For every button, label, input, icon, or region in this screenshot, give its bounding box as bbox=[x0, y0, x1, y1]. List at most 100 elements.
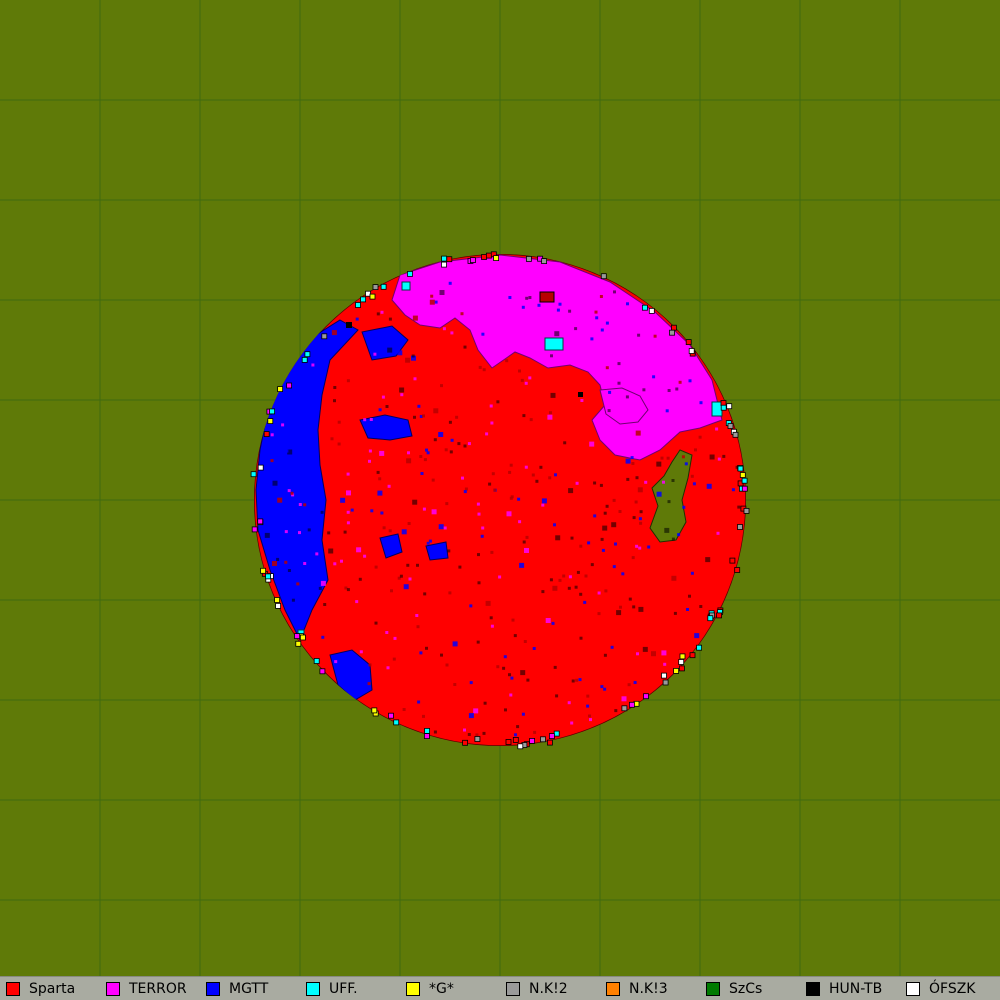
rim-village[interactable] bbox=[679, 653, 686, 660]
rim-village[interactable] bbox=[319, 668, 326, 675]
village-speck bbox=[681, 455, 685, 459]
rim-village[interactable] bbox=[267, 418, 274, 425]
village-speck bbox=[638, 606, 644, 612]
rim-village[interactable] bbox=[372, 284, 379, 291]
rim-village[interactable] bbox=[549, 733, 555, 739]
village-speck bbox=[638, 517, 642, 521]
rim-village[interactable] bbox=[629, 701, 635, 708]
territory-uff[interactable] bbox=[401, 281, 411, 291]
village-speck bbox=[289, 527, 293, 531]
rim-village[interactable] bbox=[517, 743, 524, 750]
rim-village[interactable] bbox=[304, 351, 311, 358]
rim-village[interactable] bbox=[257, 464, 264, 471]
rim-village[interactable] bbox=[505, 739, 512, 745]
rim-village[interactable] bbox=[679, 665, 685, 672]
rim-village[interactable] bbox=[741, 485, 748, 492]
world-map[interactable] bbox=[0, 0, 1000, 976]
rim-village[interactable] bbox=[720, 400, 727, 406]
territory-hun-tb[interactable] bbox=[346, 322, 352, 328]
rim-village[interactable] bbox=[696, 644, 702, 651]
rim-village[interactable] bbox=[512, 737, 519, 743]
rim-village[interactable] bbox=[734, 567, 741, 573]
rim-village[interactable] bbox=[407, 270, 413, 277]
rim-village[interactable] bbox=[669, 329, 675, 336]
rim-village[interactable] bbox=[301, 356, 308, 363]
rim-village[interactable] bbox=[260, 567, 267, 574]
rim-village[interactable] bbox=[720, 404, 727, 411]
rim-village[interactable] bbox=[462, 739, 469, 746]
rim-village[interactable] bbox=[493, 255, 500, 262]
rim-village[interactable] bbox=[716, 612, 722, 619]
rim-village[interactable] bbox=[481, 254, 487, 260]
rim-village[interactable] bbox=[424, 728, 431, 734]
rim-village[interactable] bbox=[547, 739, 553, 746]
rim-village[interactable] bbox=[277, 386, 284, 393]
rim-village[interactable] bbox=[737, 465, 744, 472]
rim-village[interactable] bbox=[685, 339, 692, 346]
rim-village[interactable] bbox=[446, 256, 453, 263]
rim-village[interactable] bbox=[540, 736, 546, 743]
rim-village[interactable] bbox=[688, 348, 695, 354]
rim-village[interactable] bbox=[621, 705, 628, 712]
rim-village[interactable] bbox=[526, 255, 532, 262]
rim-village[interactable] bbox=[474, 736, 481, 742]
territory-hun-tb[interactable] bbox=[578, 392, 583, 397]
rim-village[interactable] bbox=[469, 257, 476, 264]
rim-village[interactable] bbox=[251, 526, 258, 533]
rim-village[interactable] bbox=[393, 719, 400, 726]
rim-village[interactable] bbox=[529, 738, 535, 744]
rim-village[interactable] bbox=[673, 668, 679, 674]
rim-village[interactable] bbox=[707, 615, 714, 622]
rim-village[interactable] bbox=[263, 431, 270, 438]
rim-village[interactable] bbox=[689, 652, 696, 659]
rim-village[interactable] bbox=[441, 255, 448, 262]
rim-village[interactable] bbox=[371, 707, 378, 714]
rim-village[interactable] bbox=[294, 633, 300, 639]
rim-village[interactable] bbox=[642, 304, 648, 311]
rim-village[interactable] bbox=[299, 634, 306, 641]
map-canvas[interactable] bbox=[0, 0, 1000, 976]
village-speck bbox=[393, 636, 397, 640]
territory-hun-tb[interactable] bbox=[539, 291, 555, 303]
rim-village[interactable] bbox=[671, 324, 677, 331]
territory-mgtt-islet[interactable] bbox=[359, 414, 413, 441]
rim-village[interactable] bbox=[743, 507, 750, 514]
rim-village[interactable] bbox=[661, 672, 667, 679]
rim-village[interactable] bbox=[662, 679, 669, 686]
rim-village[interactable] bbox=[423, 733, 430, 739]
rim-village[interactable] bbox=[274, 597, 281, 603]
rim-village[interactable] bbox=[739, 472, 746, 478]
rim-village[interactable] bbox=[600, 273, 607, 280]
rim-village[interactable] bbox=[727, 423, 734, 429]
rim-village[interactable] bbox=[741, 477, 748, 484]
rim-village[interactable] bbox=[257, 518, 264, 525]
territory-uff[interactable] bbox=[711, 401, 723, 417]
rim-village[interactable] bbox=[678, 659, 685, 665]
rim-village[interactable] bbox=[732, 431, 739, 438]
rim-village[interactable] bbox=[726, 403, 733, 410]
rim-village[interactable] bbox=[441, 261, 447, 268]
rim-village[interactable] bbox=[265, 573, 272, 580]
rim-village[interactable] bbox=[737, 524, 743, 530]
rim-village[interactable] bbox=[295, 640, 302, 647]
rim-village[interactable] bbox=[275, 603, 282, 609]
territory-uff[interactable] bbox=[544, 337, 564, 351]
rim-village[interactable] bbox=[269, 408, 276, 415]
village-speck bbox=[343, 530, 347, 534]
village-speck bbox=[363, 418, 367, 422]
rim-village[interactable] bbox=[313, 658, 320, 664]
rim-village[interactable] bbox=[369, 293, 376, 300]
rim-village[interactable] bbox=[729, 557, 736, 564]
rim-village[interactable] bbox=[355, 302, 361, 308]
rim-village[interactable] bbox=[388, 712, 394, 719]
rim-village[interactable] bbox=[485, 252, 492, 259]
rim-village[interactable] bbox=[541, 258, 547, 265]
rim-village[interactable] bbox=[286, 382, 293, 389]
rim-village[interactable] bbox=[360, 296, 367, 303]
rim-village[interactable] bbox=[648, 307, 655, 314]
rim-village[interactable] bbox=[321, 333, 328, 340]
rim-village[interactable] bbox=[553, 730, 560, 737]
rim-village[interactable] bbox=[380, 283, 387, 290]
rim-village[interactable] bbox=[643, 693, 649, 700]
rim-village[interactable] bbox=[250, 471, 257, 478]
